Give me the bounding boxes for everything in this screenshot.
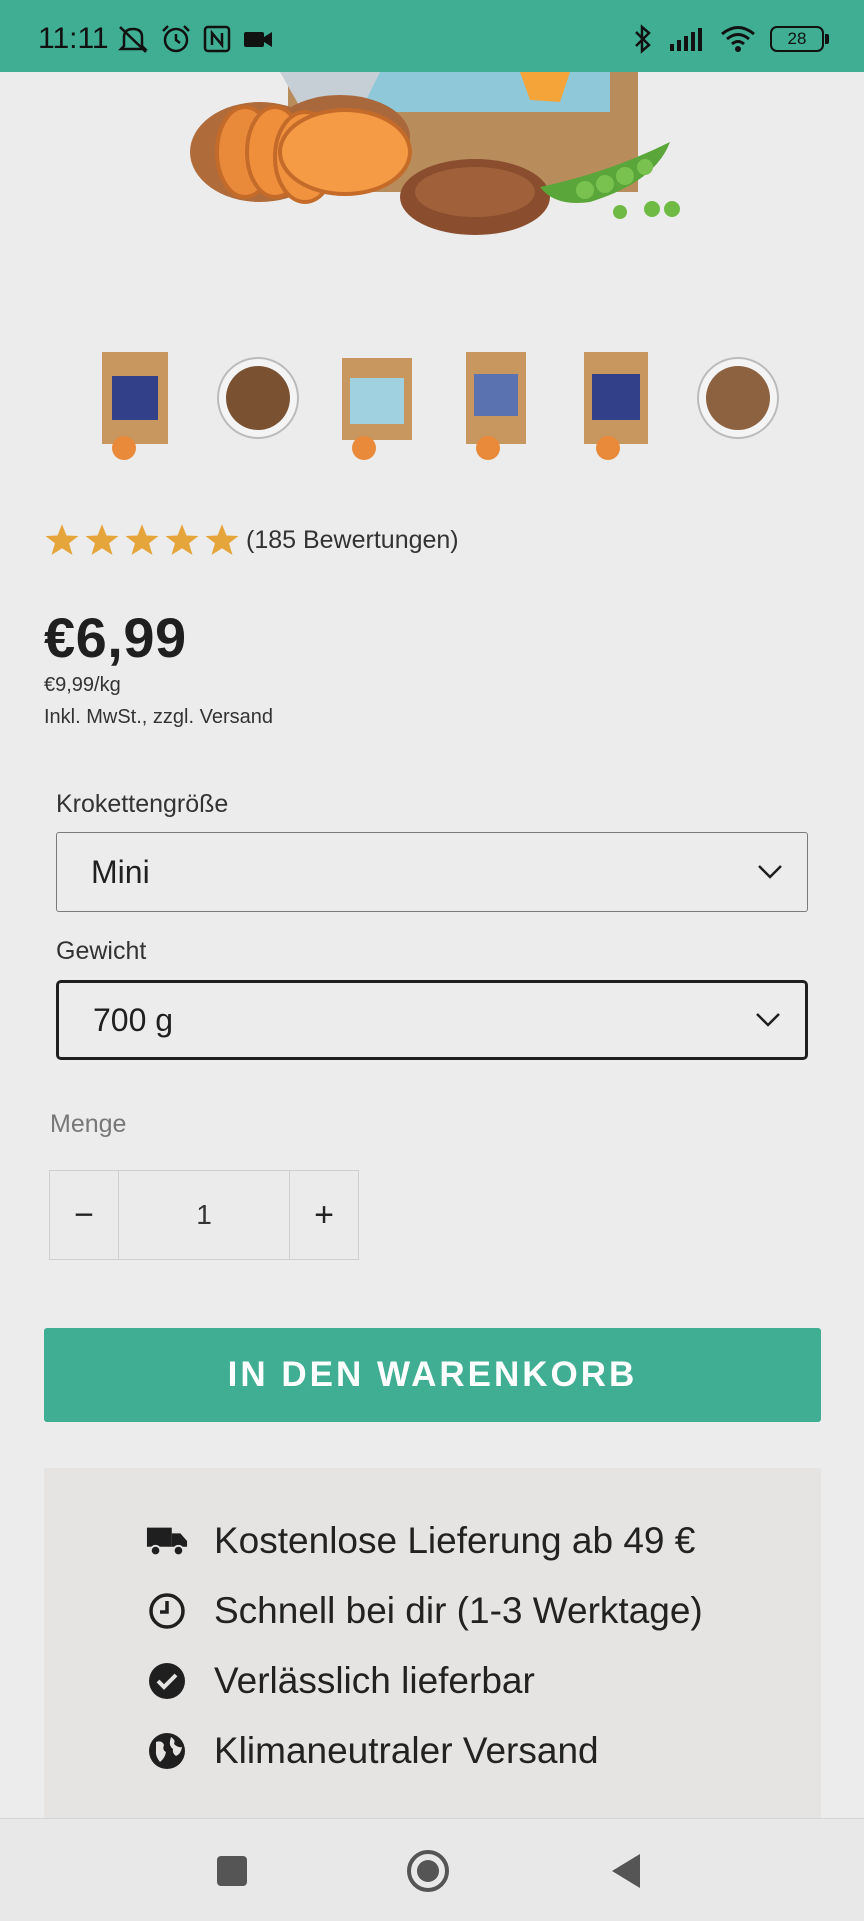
mute-icon [117,26,149,53]
home-circle-icon [407,1850,449,1892]
benefit-item: Klimaneutraler Versand [146,1730,599,1772]
status-icons-right: 28 [632,24,829,54]
thumbnail-strip [94,348,782,460]
back-button[interactable] [604,1849,648,1893]
chevron-down-icon [756,1013,780,1027]
battery-icon: 28 [770,26,829,52]
quantity-increase-button[interactable]: + [290,1171,358,1259]
home-button[interactable] [406,1849,450,1893]
check-circle-icon [146,1660,188,1702]
rating-count[interactable]: (185 Bewertungen) [246,526,459,555]
status-time: 11:11 [38,22,109,55]
bluetooth-icon [635,24,651,54]
chevron-down-icon [758,865,782,879]
globe-icon [146,1730,188,1772]
thumbnail-1[interactable] [94,348,182,460]
benefit-item: Kostenlose Lieferung ab 49 € [146,1520,695,1562]
nfc-icon [203,25,231,53]
unit-price: €9,99/kg [44,674,121,696]
product-price: €6,99 [44,606,187,669]
square-icon [217,1856,247,1886]
truck-icon [146,1520,188,1562]
benefit-text: Klimaneutraler Versand [214,1730,599,1771]
quantity-label: Menge [50,1110,127,1138]
status-bar: 11:11 28 [0,0,864,72]
alarm-icon [162,25,190,53]
product-rating[interactable]: (185 Bewertungen) [44,522,459,558]
clock-icon [146,1590,188,1632]
add-to-cart-button[interactable]: IN DEN WARENKORB [44,1328,821,1422]
battery-level: 28 [787,29,807,48]
back-triangle-icon [612,1854,640,1888]
weight-label: Gewicht [56,937,147,965]
thumbnail-6[interactable] [694,348,782,460]
size-select[interactable]: Mini [56,832,808,912]
quantity-input[interactable]: 1 [118,1171,290,1259]
system-navigation-bar [0,1818,864,1921]
quantity-decrease-button[interactable]: − [50,1171,118,1259]
star-icon [85,524,119,555]
benefit-item: Schnell bei dir (1-3 Werktage) [146,1590,703,1632]
signal-icon [670,28,702,51]
weight-select[interactable]: 700 g [56,980,808,1060]
thumbnail-3[interactable] [334,348,422,460]
shipping-benefits: Kostenlose Lieferung ab 49 € Schnell bei… [44,1468,821,1818]
tax-note: Inkl. MwSt., zzgl. Versand [44,706,273,728]
recents-button[interactable] [210,1849,254,1893]
status-icons-left [116,24,274,54]
star-icon [165,524,199,555]
size-selected-value: Mini [91,853,150,890]
star-icon [125,524,159,555]
benefit-text: Kostenlose Lieferung ab 49 € [214,1520,696,1561]
quantity-stepper: − 1 + [49,1170,359,1260]
product-hero-image[interactable] [0,72,864,292]
benefit-text: Verlässlich lieferbar [214,1660,535,1701]
thumbnail-5[interactable] [574,348,662,460]
weight-selected-value: 700 g [93,1001,174,1038]
benefit-item: Verlässlich lieferbar [146,1660,535,1702]
star-icon [45,524,79,555]
star-icon [205,524,239,555]
size-label: Krokettengröße [56,790,229,818]
video-icon [244,32,272,47]
thumbnail-2[interactable] [214,348,302,460]
thumbnail-4[interactable] [454,348,542,460]
wifi-icon [721,26,755,52]
benefit-text: Schnell bei dir (1-3 Werktage) [214,1590,703,1631]
